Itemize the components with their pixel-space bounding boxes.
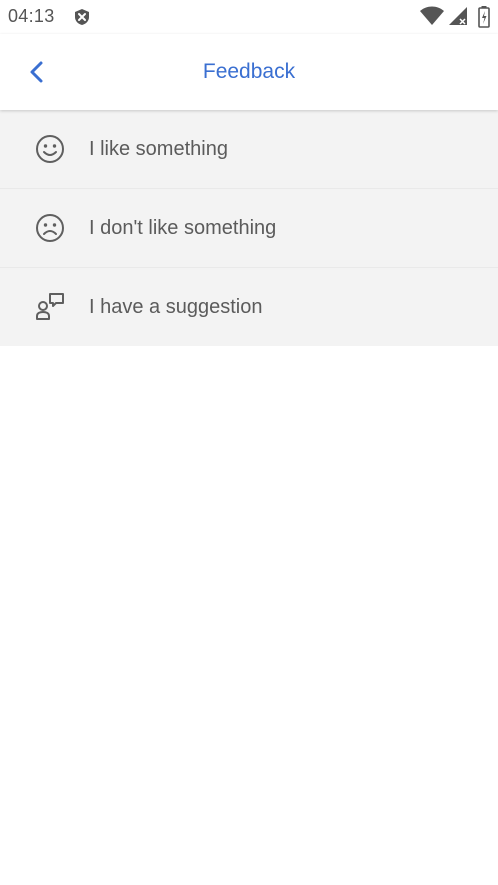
- page-title: Feedback: [202, 60, 296, 83]
- app-bar: Feedback: [0, 34, 498, 110]
- smiley-happy-icon: [35, 134, 65, 164]
- suggestion-icon: [35, 292, 65, 322]
- status-bar: 04:13: [0, 0, 498, 34]
- like-something-item[interactable]: I like something: [0, 110, 498, 189]
- dont-like-something-item[interactable]: I don't like something: [0, 189, 498, 268]
- cellular-signal-icon: [449, 7, 467, 25]
- smiley-sad-icon: [35, 213, 65, 243]
- dont-like-something-label: I don't like something: [89, 217, 277, 239]
- feedback-options-list: I like something I don't like something …: [0, 110, 498, 346]
- like-something-label: I like something: [89, 138, 228, 160]
- battery-icon: [478, 6, 490, 28]
- status-time: 04:13: [8, 6, 55, 26]
- have-suggestion-item[interactable]: I have a suggestion: [0, 268, 498, 346]
- wifi-icon: [420, 6, 444, 25]
- have-suggestion-label: I have a suggestion: [89, 296, 263, 318]
- shield-icon: [73, 8, 91, 26]
